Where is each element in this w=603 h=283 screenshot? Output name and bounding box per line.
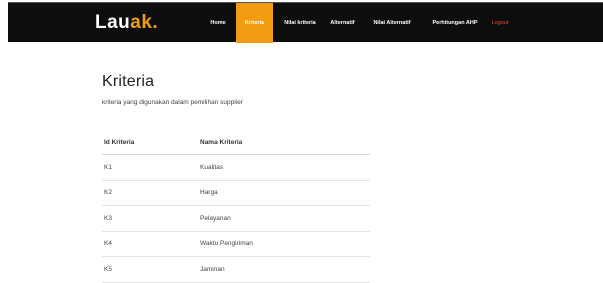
brand-text-accent: ak (130, 12, 153, 33)
nav-nilai-kriteria[interactable]: Nilai kriteria (278, 3, 322, 43)
cell-nama: Harga (200, 189, 218, 197)
cell-nama: Jaminan (200, 265, 225, 273)
cell-id: K1 (104, 163, 112, 171)
cell-nama: Waktu Pengiriman (200, 240, 253, 248)
brand-logo[interactable]: Lauak. (95, 13, 158, 33)
header-nama-kriteria: Nama Kriteria (200, 138, 243, 146)
nav-nilai-alternatif[interactable]: Nilai Alternatif (367, 3, 417, 43)
nav-home[interactable]: Home (206, 3, 230, 43)
table-row: K5 Jaminan (102, 257, 370, 283)
cell-nama: Kualitas (200, 163, 224, 171)
brand-text: Lau (95, 12, 131, 33)
nav-perhitungan-ahp[interactable]: Perhitungan AHP (425, 3, 485, 43)
table-row: K2 Harga (102, 181, 370, 206)
header-id-kriteria: Id Kriteria (104, 138, 135, 146)
table-row: K4 Waktu Pengiriman (102, 232, 370, 257)
top-navbar: Lauak. Home Kriteria Nilai kriteria Alte… (8, 2, 603, 43)
kriteria-table: Id Kriteria Nama Kriteria K1 Kualitas K2… (102, 130, 370, 283)
cell-id: K3 (104, 214, 112, 222)
cell-id: K4 (104, 240, 112, 248)
table-header-row: Id Kriteria Nama Kriteria (102, 130, 370, 155)
table-row: K3 Pelayanan (102, 206, 370, 232)
page-subtitle: kriteria yang digunakan dalam pemilihan … (102, 99, 243, 106)
nav-alternatif[interactable]: Alternatif (326, 3, 359, 43)
brand-dot: . (152, 12, 159, 33)
cell-nama: Pelayanan (200, 214, 231, 222)
page-title: Kriteria (102, 73, 155, 90)
table-row: K1 Kualitas (102, 155, 370, 181)
nav-kriteria[interactable]: Kriteria (236, 3, 273, 43)
nav-logout[interactable]: Logout (488, 3, 512, 43)
cell-id: K2 (104, 189, 112, 197)
cell-id: K5 (104, 265, 112, 273)
